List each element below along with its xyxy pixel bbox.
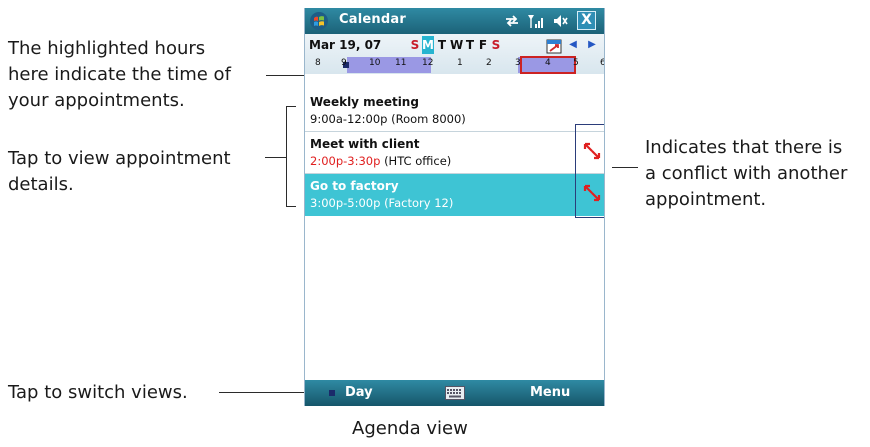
appointment-title: Meet with client — [310, 137, 420, 151]
busy-block-morning — [347, 57, 431, 73]
view-mode-marker — [329, 390, 335, 396]
hour-timeline: 8 9 10 11 12 1 2 3 4 5 6 — [305, 56, 604, 74]
leader-line-details-v — [286, 106, 287, 207]
callout-line: Indicates that there is — [645, 137, 843, 158]
hour-label: 10 — [369, 58, 381, 68]
volume-icon[interactable] — [551, 12, 569, 30]
day-sunday[interactable]: S — [409, 36, 421, 54]
hour-label: 2 — [486, 58, 492, 68]
hour-label: 9 — [341, 58, 347, 68]
appointment-location: (Room 8000) — [391, 112, 466, 126]
leader-line-conflict-h — [612, 167, 638, 168]
appointment-time-range: 9:00a-12:00p (Room 8000) — [310, 112, 466, 126]
day-monday[interactable]: M — [422, 36, 434, 54]
day-view-softkey[interactable]: Day — [345, 385, 373, 400]
keyboard-icon[interactable] — [445, 386, 465, 400]
softkey-bar: Day Menu — [305, 380, 604, 406]
appointment-item[interactable]: Meet with client 2:00p-3:30p (HTC office… — [305, 132, 604, 174]
date-bar: Mar 19, 07 S M T W T F S ◀ ▶ 8 9 10 11 1… — [305, 34, 604, 74]
hour-label: 4 — [545, 58, 551, 68]
app-title: Calendar — [339, 12, 406, 27]
callout-switch-views: Tap to switch views. — [8, 382, 188, 403]
figure-caption: Agenda view — [352, 418, 468, 439]
callout-line: your appointments. — [8, 90, 185, 111]
day-saturday[interactable]: S — [490, 36, 502, 54]
day-thursday[interactable]: T — [464, 36, 476, 54]
appointment-title: Go to factory — [310, 179, 399, 193]
leader-line-details-bottom — [286, 206, 296, 207]
appointment-time: 9:00a-12:00p — [310, 112, 388, 126]
appointment-time: 3:00p-5:00p — [310, 196, 381, 210]
hour-label: 3 — [515, 58, 521, 68]
hour-label: 11 — [395, 58, 407, 68]
callout-line: here indicate the time of — [8, 64, 231, 85]
windows-start-icon[interactable] — [309, 11, 329, 31]
close-button[interactable]: X — [577, 11, 596, 30]
callout-line: details. — [8, 174, 74, 195]
appointment-location: (Factory 12) — [384, 196, 454, 210]
previous-arrow-icon[interactable]: ◀ — [567, 39, 579, 51]
day-tuesday[interactable]: T — [436, 36, 448, 54]
menu-softkey[interactable]: Menu — [530, 385, 570, 400]
callout-line: appointment. — [645, 189, 767, 210]
go-to-today-icon[interactable] — [546, 38, 562, 54]
callout-line: The highlighted hours — [8, 38, 206, 59]
appointment-time-range: 2:00p-3:30p (HTC office) — [310, 154, 451, 168]
hour-label: 12 — [422, 58, 434, 68]
hour-label: 5 — [573, 58, 579, 68]
connectivity-icon[interactable] — [503, 12, 521, 30]
appointment-title: Weekly meeting — [310, 95, 419, 109]
title-bar: Calendar X — [305, 8, 604, 34]
appointment-location: (HTC office) — [384, 154, 452, 168]
phone-screen: Calendar X Mar 19, 07 S M T W T F S ◀ ▶ … — [304, 8, 605, 406]
leader-line-details-top — [286, 106, 296, 107]
day-wednesday[interactable]: W — [450, 36, 463, 54]
callout-highlighted-hours: The highlighted hours here indicate the … — [8, 36, 231, 114]
day-friday[interactable]: F — [477, 36, 489, 54]
leader-line-details-h — [265, 157, 286, 158]
hour-label: 6 — [600, 58, 604, 68]
callout-view-details: Tap to view appointment details. — [8, 146, 231, 198]
hour-label: 8 — [315, 58, 321, 68]
callout-conflict: Indicates that there is a conflict with … — [645, 135, 847, 213]
current-date[interactable]: Mar 19, 07 — [309, 38, 381, 52]
appointment-item[interactable]: Weekly meeting 9:00a-12:00p (Room 8000) — [305, 90, 604, 132]
signal-icon[interactable] — [526, 12, 544, 30]
next-arrow-icon[interactable]: ▶ — [586, 39, 598, 51]
appointment-item-selected[interactable]: Go to factory 3:00p-5:00p (Factory 12) — [305, 174, 604, 216]
empty-agenda-area — [305, 218, 604, 382]
hour-label: 1 — [457, 58, 463, 68]
callout-line: a conflict with another — [645, 163, 848, 184]
appointment-time-range: 3:00p-5:00p (Factory 12) — [310, 196, 453, 210]
conflict-indicator-frame — [575, 124, 604, 218]
callout-line: Tap to view appointment — [8, 148, 231, 169]
appointment-time: 2:00p-3:30p — [310, 154, 381, 168]
